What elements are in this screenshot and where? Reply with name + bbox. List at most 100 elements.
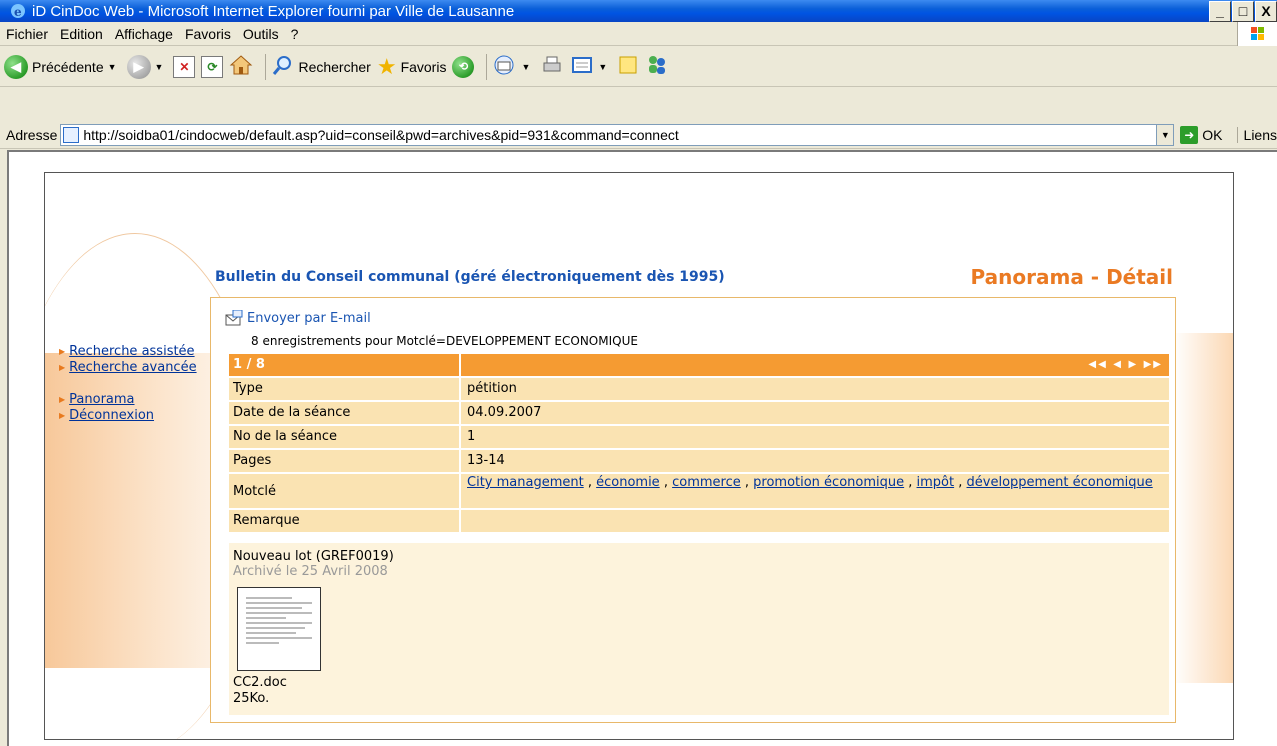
field-label: Pages [229, 450, 461, 472]
mail-icon [493, 54, 517, 79]
home-icon [229, 54, 253, 79]
address-label: Adresse [6, 126, 58, 143]
lot-name: Nouveau lot (GREF0019) [233, 549, 394, 564]
menu-edition[interactable]: Edition [54, 26, 109, 42]
keyword-link[interactable]: économie [596, 475, 660, 490]
page-viewport: ▶ Recherche assistée ▶ Recherche avancée… [7, 150, 1277, 746]
forward-arrow-icon: ▶ [126, 54, 151, 79]
keyword-link[interactable]: développement économique [967, 475, 1153, 490]
nav-link-recherche-avancee[interactable]: Recherche avancée [69, 360, 196, 375]
refresh-button[interactable]: ⟳ [201, 55, 224, 78]
email-link[interactable]: Envoyer par E-mail [225, 309, 371, 326]
menu-outils[interactable]: Outils [237, 26, 285, 42]
keyword-link[interactable]: City management [467, 475, 584, 490]
keyword-link[interactable]: promotion économique [753, 475, 904, 490]
table-row: Remarque [229, 510, 1169, 532]
forward-dropdown-icon[interactable]: ▼ [155, 62, 164, 72]
stop-button[interactable]: ✕ [173, 55, 196, 78]
bullet-icon: ▶ [59, 362, 66, 372]
keyword-link[interactable]: commerce [672, 475, 741, 490]
field-label: Type [229, 378, 461, 400]
home-button[interactable] [229, 54, 253, 79]
links-button[interactable]: Liens [1236, 126, 1277, 143]
close-button[interactable]: X [1255, 0, 1277, 22]
envelope-icon [225, 309, 243, 326]
go-arrow-icon: ➜ [1180, 125, 1199, 144]
edit-dropdown-icon[interactable]: ▼ [598, 62, 607, 72]
favorites-label: Favoris [400, 58, 447, 75]
favorites-button[interactable]: ★ Favoris [377, 55, 447, 78]
keyword-link[interactable]: impôt [917, 475, 955, 490]
nav-link-deconnexion[interactable]: Déconnexion [69, 408, 154, 423]
nav-item-recherche-assistee[interactable]: ▶ Recherche assistée [59, 343, 197, 359]
nav-item-recherche-avancee[interactable]: ▶ Recherche avancée [59, 359, 197, 375]
nav-item-panorama[interactable]: ▶ Panorama [59, 391, 197, 407]
field-value: pétition [461, 378, 1169, 400]
minimize-button[interactable]: _ [1209, 0, 1231, 22]
table-row: Date de la séance 04.09.2007 [229, 402, 1169, 424]
address-url[interactable]: http://soidba01/cindocweb/default.asp?ui… [83, 127, 1156, 143]
bullet-icon: ▶ [59, 394, 66, 404]
file-name[interactable]: CC2.doc [233, 675, 287, 691]
record-position: 1 / 8 [229, 354, 461, 376]
attachment-section: Nouveau lot (GREF0019) Archivé le 25 Avr… [229, 543, 1169, 715]
detail-panel: Envoyer par E-mail 8 enregistrements pou… [210, 297, 1176, 723]
table-row: Pages 13-14 [229, 450, 1169, 472]
back-button[interactable]: ◀ Précédente ▼ [4, 54, 121, 79]
mail-button[interactable]: ▼ [493, 54, 534, 79]
email-label[interactable]: Envoyer par E-mail [247, 311, 371, 326]
title-bar: e iD CinDoc Web - Microsoft Internet Exp… [0, 0, 1277, 22]
nav-link-recherche-assistee[interactable]: Recherche assistée [69, 344, 194, 359]
forward-button[interactable]: ▶ ▼ [126, 54, 168, 79]
pager-controls[interactable]: ◀◀ ◀ ▶ ▶▶ [1088, 357, 1163, 370]
field-label: Date de la séance [229, 402, 461, 424]
refresh-icon: ⟳ [201, 55, 224, 78]
browser-window: e iD CinDoc Web - Microsoft Internet Exp… [0, 0, 1277, 746]
toolbar-separator [486, 53, 488, 80]
toolbar-separator [265, 53, 267, 80]
maximize-button[interactable]: □ [1232, 0, 1254, 22]
edit-button[interactable]: ▼ [570, 54, 611, 79]
edit-page-icon [570, 54, 594, 79]
field-label: Motclé [229, 474, 461, 508]
mail-dropdown-icon[interactable]: ▼ [521, 62, 530, 72]
search-label: Rechercher [298, 58, 371, 75]
history-icon: ⟲ [452, 55, 475, 78]
file-info: CC2.doc 25Ko. [233, 675, 287, 707]
messenger-button[interactable] [645, 54, 669, 79]
nav-item-deconnexion[interactable]: ▶ Déconnexion [59, 407, 197, 423]
menu-favoris[interactable]: Favoris [179, 26, 237, 42]
windows-logo-icon [1237, 22, 1277, 46]
address-input[interactable]: http://soidba01/cindocweb/default.asp?ui… [60, 123, 1175, 146]
ie-logo-icon: e [10, 3, 26, 19]
go-button[interactable]: ➜ OK [1180, 125, 1223, 144]
search-button[interactable]: Rechercher [272, 54, 371, 79]
nav-link-panorama[interactable]: Panorama [69, 392, 134, 407]
print-button[interactable] [540, 54, 564, 79]
menu-bar: Fichier Edition Affichage Favoris Outils… [0, 22, 1277, 46]
document-thumbnail[interactable] [237, 587, 321, 671]
field-value: 13-14 [461, 450, 1169, 472]
stop-icon: ✕ [173, 55, 196, 78]
table-row: No de la séance 1 [229, 426, 1169, 448]
table-row-motcle: Motclé City management , économie , comm… [229, 474, 1169, 508]
note-icon [617, 54, 639, 79]
go-label: OK [1202, 126, 1223, 143]
page-frame: ▶ Recherche assistée ▶ Recherche avancée… [44, 172, 1234, 740]
back-dropdown-icon[interactable]: ▼ [108, 62, 117, 72]
archived-date: Archivé le 25 Avril 2008 [233, 564, 388, 579]
address-dropdown-icon[interactable]: ▼ [1156, 124, 1174, 145]
discuss-button[interactable] [617, 54, 639, 79]
field-value: 04.09.2007 [461, 402, 1169, 424]
bullet-icon: ▶ [59, 410, 66, 420]
back-arrow-icon: ◀ [4, 54, 28, 79]
menu-affichage[interactable]: Affichage [109, 26, 179, 42]
printer-icon [540, 54, 564, 79]
decorative-right [1173, 333, 1233, 683]
menu-help[interactable]: ? [285, 26, 305, 42]
menu-fichier[interactable]: Fichier [0, 26, 54, 42]
left-nav: ▶ Recherche assistée ▶ Recherche avancée… [59, 343, 197, 423]
history-button[interactable]: ⟲ [452, 55, 475, 78]
window-title: iD CinDoc Web - Microsoft Internet Explo… [32, 2, 515, 20]
table-row: Type pétition [229, 378, 1169, 400]
